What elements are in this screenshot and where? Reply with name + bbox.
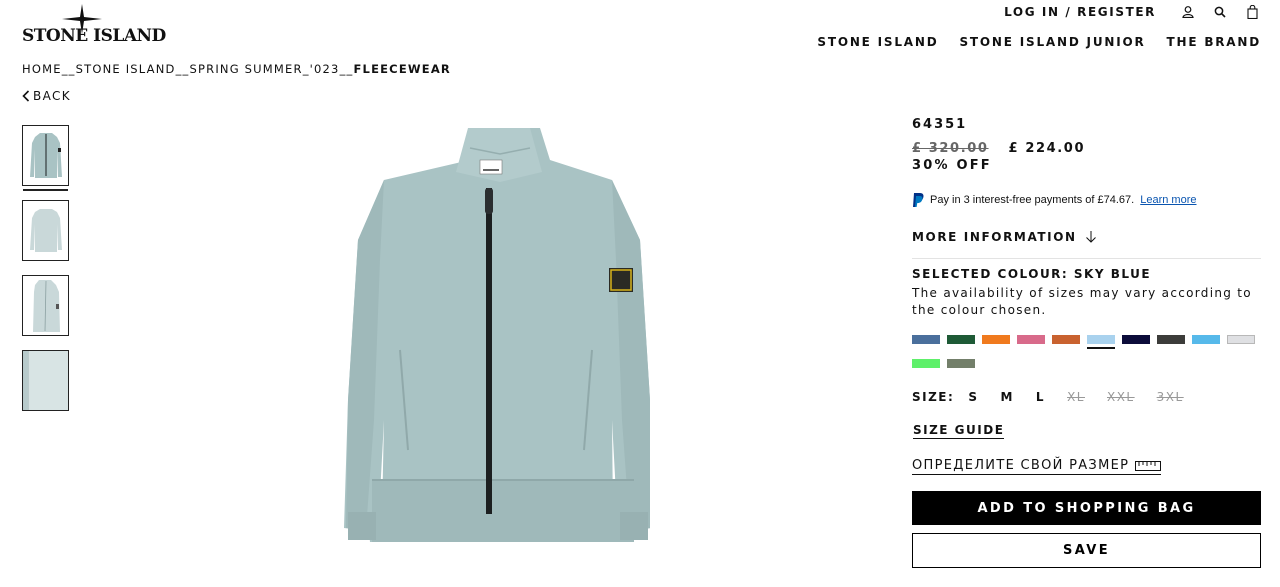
nav-stone-island[interactable]: STONE ISLAND <box>817 35 938 49</box>
thumbnail-side[interactable] <box>22 275 69 336</box>
jacket-back-thumbnail-image <box>29 208 62 252</box>
main-nav: STONE ISLAND STONE ISLAND JUNIOR THE BRA… <box>817 35 1261 49</box>
breadcrumb-separator: __ <box>339 62 354 76</box>
shopping-bag-icon[interactable] <box>1242 4 1262 20</box>
nav-the-brand[interactable]: THE BRAND <box>1167 35 1261 49</box>
search-icon[interactable] <box>1210 4 1230 20</box>
thumbnail-detail[interactable] <box>22 350 69 411</box>
thumbnail-front[interactable] <box>22 125 69 191</box>
paypal-installments: Pay in 3 interest-free payments of £74.6… <box>912 193 1197 207</box>
ruler-icon <box>1135 460 1162 471</box>
sale-price: £ 224.00 <box>1008 141 1086 156</box>
discount-badge: 30% OFF <box>912 158 992 173</box>
breadcrumb-separator: __ <box>175 62 190 76</box>
breadcrumb: HOME__STONE ISLAND__SPRING SUMMER_'023__… <box>22 62 451 76</box>
find-your-size-link[interactable]: ОПРЕДЕЛИТЕ СВОЙ РАЗМЕР <box>912 458 1162 475</box>
paypal-text: Pay in 3 interest-free payments of £74.6… <box>930 194 1135 206</box>
price-block: £ 320.00 £ 224.00 <box>912 141 1085 156</box>
product-code: 64351 <box>912 117 968 132</box>
zip-fleece-jacket-image <box>344 128 652 542</box>
colour-swatch[interactable] <box>1052 335 1080 344</box>
size-option[interactable]: XL <box>1067 390 1085 404</box>
more-information-label: MORE INFORMATION <box>912 230 1077 244</box>
size-option[interactable]: S <box>968 390 978 404</box>
find-your-size-label: ОПРЕДЕЛИТЕ СВОЙ РАЗМЕР <box>912 458 1130 473</box>
thumbnail-gallery <box>22 125 69 411</box>
size-selector: SIZE: S M L XL XXL 3XL <box>912 390 1206 404</box>
section-divider <box>912 258 1261 259</box>
jacket-detail-thumbnail-image <box>23 351 68 410</box>
size-option[interactable]: L <box>1036 390 1045 404</box>
colour-swatches <box>912 335 1262 368</box>
chevron-left-icon <box>22 90 30 102</box>
size-label: SIZE: <box>912 390 955 404</box>
more-information-toggle[interactable]: MORE INFORMATION <box>912 230 1261 244</box>
user-icon[interactable] <box>1178 4 1198 20</box>
colour-swatch[interactable] <box>1227 335 1255 344</box>
colour-swatch[interactable] <box>947 335 975 344</box>
colour-swatch[interactable] <box>1192 335 1220 344</box>
size-availability-note: The availability of sizes may vary accor… <box>912 286 1252 317</box>
breadcrumb-current: FLEECEWEAR <box>353 62 451 76</box>
breadcrumb-season[interactable]: SPRING SUMMER_'023 <box>190 62 340 76</box>
thumbnail-back[interactable] <box>22 200 69 261</box>
colour-swatch[interactable] <box>1122 335 1150 344</box>
size-option[interactable]: M <box>1000 390 1013 404</box>
paypal-learn-more-link[interactable]: Learn more <box>1140 194 1196 206</box>
colour-swatch[interactable] <box>912 359 940 368</box>
breadcrumb-separator: __ <box>61 62 76 76</box>
login-register-link[interactable]: LOG IN / REGISTER <box>1004 5 1156 19</box>
breadcrumb-stone-island[interactable]: STONE ISLAND <box>76 62 176 76</box>
selected-colour-label: SELECTED COLOUR: SKY BLUE <box>912 267 1152 281</box>
product-main-image <box>330 120 652 550</box>
colour-swatch[interactable] <box>1157 335 1185 344</box>
back-link[interactable]: BACK <box>22 89 71 103</box>
colour-swatch[interactable] <box>982 335 1010 344</box>
jacket-side-thumbnail-image <box>32 279 60 332</box>
size-option[interactable]: XXL <box>1107 390 1135 404</box>
colour-swatch[interactable] <box>912 335 940 344</box>
size-guide-link[interactable]: SIZE GUIDE <box>913 423 1005 439</box>
brand-logo-text: STONE ISLAND <box>22 26 166 46</box>
save-button[interactable]: SAVE <box>912 533 1261 568</box>
jacket-front-thumbnail-image <box>29 132 62 178</box>
back-label: BACK <box>33 89 72 103</box>
colour-swatch[interactable] <box>1017 335 1045 344</box>
colour-swatch[interactable] <box>947 359 975 368</box>
arrow-down-icon <box>1085 231 1096 243</box>
add-to-shopping-bag-button[interactable]: ADD TO SHOPPING BAG <box>912 491 1261 525</box>
brand-logo[interactable]: STONE ISLAND <box>22 4 166 46</box>
utility-bar: LOG IN / REGISTER <box>1004 4 1262 20</box>
original-price: £ 320.00 <box>912 141 989 156</box>
colour-swatch[interactable] <box>1087 335 1115 349</box>
size-option[interactable]: 3XL <box>1157 390 1184 404</box>
paypal-icon <box>913 193 924 207</box>
breadcrumb-home[interactable]: HOME <box>22 62 62 76</box>
nav-stone-island-junior[interactable]: STONE ISLAND JUNIOR <box>959 35 1145 49</box>
